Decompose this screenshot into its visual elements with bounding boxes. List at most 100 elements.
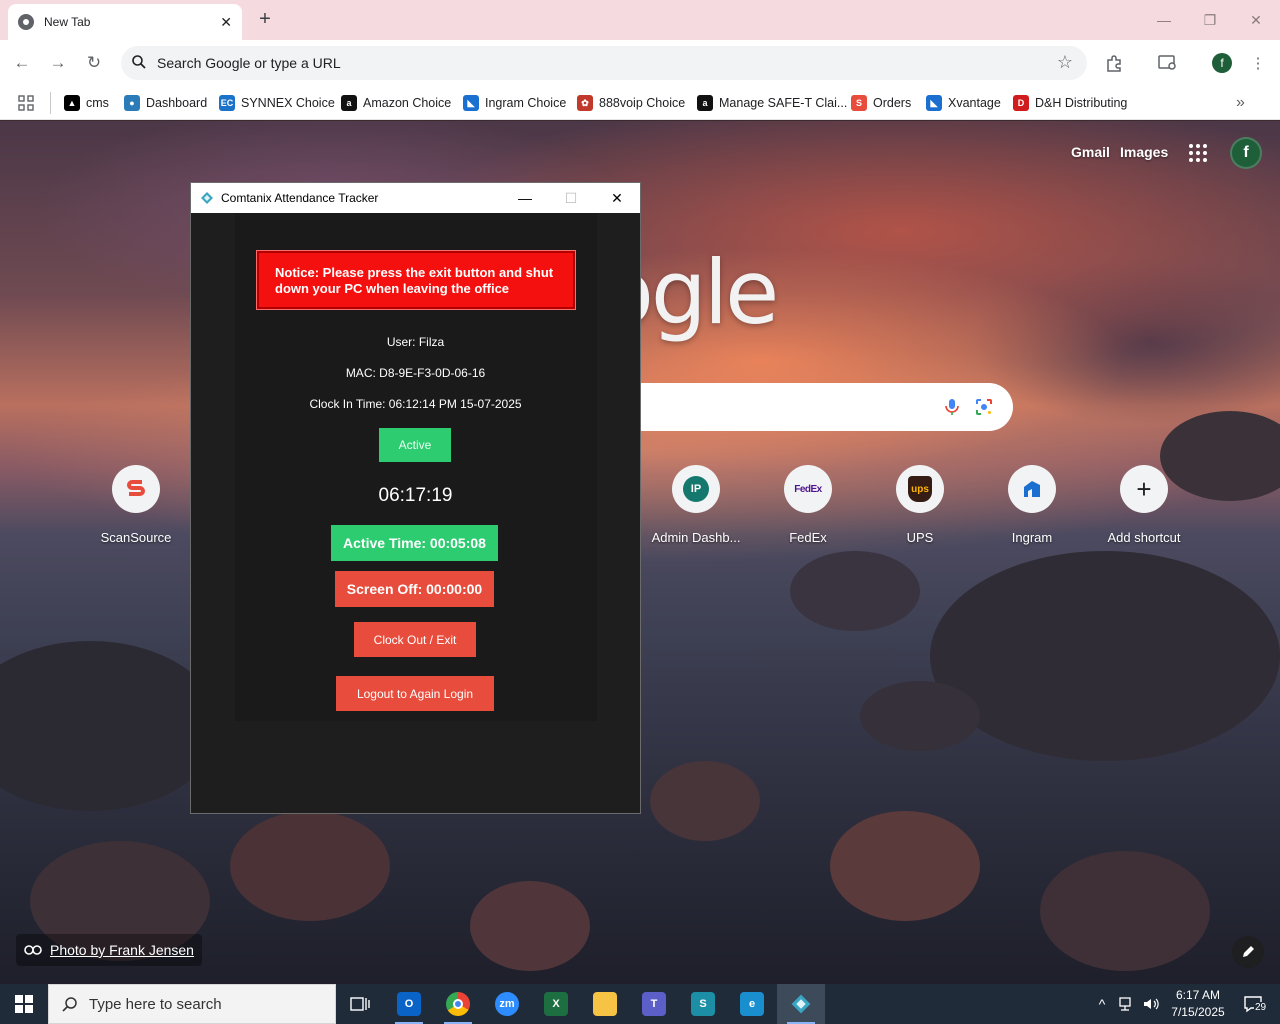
active-time-display: Active Time: 00:05:08 (331, 525, 498, 561)
search-icon (132, 55, 146, 69)
tab-new-tab[interactable]: New Tab ✕ (8, 4, 242, 40)
network-icon[interactable] (1116, 984, 1138, 1024)
taskbar-search-input[interactable] (89, 995, 319, 1013)
logout-button[interactable]: Logout to Again Login (336, 676, 494, 711)
bookmarks-overflow-icon[interactable]: » (1236, 92, 1245, 114)
amazon-icon: a (341, 95, 357, 111)
close-window-button[interactable]: ✕ (1233, 0, 1279, 40)
tracker-title-bar[interactable]: Comtanix Attendance Tracker — ☐ ✕ (191, 183, 640, 213)
background-rock (0, 641, 220, 811)
microphone-icon[interactable] (942, 397, 962, 417)
bookmark-item[interactable]: ▲ cms (64, 92, 109, 114)
taskbar-clock[interactable]: 6:17 AM 7/15/2025 (1160, 987, 1236, 1021)
shortcut-label: Add shortcut (1107, 530, 1181, 545)
photo-credit-link[interactable]: Photo by Frank Jensen (16, 934, 202, 966)
bookmark-label: cms (86, 96, 109, 110)
images-link[interactable]: Images (1120, 144, 1168, 160)
gmail-link[interactable]: Gmail (1071, 144, 1110, 160)
notification-center-icon[interactable]: 29 (1236, 984, 1270, 1024)
bookmark-item[interactable]: D D&H Distributing (1013, 92, 1127, 114)
bookmark-item[interactable]: ◣ Xvantage (926, 92, 1001, 114)
ntp-avatar[interactable]: f (1230, 137, 1262, 169)
customize-pencil-icon[interactable] (1232, 936, 1264, 968)
bookmark-item[interactable]: a Amazon Choice (341, 92, 451, 114)
chrome-icon (446, 992, 470, 1016)
bookmark-label: Orders (873, 96, 912, 110)
tracker-minimize-button[interactable]: — (502, 183, 548, 213)
dashboard-icon: ● (124, 95, 140, 111)
tray-overflow-chevron-icon[interactable]: ^ (1092, 984, 1112, 1024)
omnibox-input[interactable] (157, 55, 1017, 71)
google-lens-icon[interactable] (974, 397, 994, 417)
synnex-icon: EC (219, 95, 235, 111)
notice-line: down your PC when leaving the office (275, 281, 510, 296)
clock-out-exit-button[interactable]: Clock Out / Exit (354, 622, 476, 657)
back-button[interactable]: ← (9, 50, 35, 76)
app-s-taskbar-button[interactable]: S (679, 984, 727, 1024)
shortcut-fedex[interactable]: FedEx FedEx (752, 465, 864, 545)
bookmarks-divider (50, 92, 51, 114)
extensions-icon[interactable] (1103, 52, 1125, 74)
bookmark-label: SYNNEX Choice (241, 96, 335, 110)
file-explorer-taskbar-button[interactable] (581, 984, 629, 1024)
bookmark-item[interactable]: ● Dashboard (124, 92, 207, 114)
background-rock (230, 811, 390, 921)
tab-close-icon[interactable]: ✕ (220, 14, 232, 31)
bookmark-item[interactable]: ✿ 888voip Choice (577, 92, 685, 114)
tracker-window-title: Comtanix Attendance Tracker (221, 191, 379, 205)
link-icon (24, 945, 42, 955)
omnibox[interactable]: ☆ (121, 46, 1087, 80)
shortcut-ups[interactable]: ups UPS (864, 465, 976, 545)
file-explorer-icon (593, 992, 617, 1016)
edge-taskbar-button[interactable]: e (728, 984, 776, 1024)
bookmark-label: 888voip Choice (599, 96, 686, 110)
forward-button[interactable]: → (45, 50, 71, 76)
google-apps-icon[interactable] (1189, 144, 1207, 162)
session-timer: 06:17:19 (378, 485, 453, 506)
bookmark-item[interactable]: a Manage SAFE-T Clai... (697, 92, 847, 114)
ingram-icon: ◣ (926, 95, 942, 111)
shortcut-admin-dashboard[interactable]: IP Admin Dashb... (640, 465, 752, 545)
new-tab-button[interactable]: + (254, 8, 276, 31)
tab-search-icon[interactable] (1157, 52, 1179, 74)
bookmark-item[interactable]: S Orders (851, 92, 911, 114)
teams-icon: T (642, 992, 666, 1016)
ups-icon: ups (896, 465, 944, 513)
clock-date: 7/15/2025 (1171, 1005, 1225, 1019)
zoom-taskbar-button[interactable]: zm (483, 984, 531, 1024)
bookmark-item[interactable]: EC SYNNEX Choice (219, 92, 335, 114)
ingram-icon: ◣ (463, 95, 479, 111)
teams-taskbar-button[interactable]: T (630, 984, 678, 1024)
start-button[interactable] (0, 984, 48, 1024)
bookmark-item[interactable]: ◣ Ingram Choice (463, 92, 566, 114)
volume-icon[interactable] (1140, 984, 1162, 1024)
bookmark-star-icon[interactable]: ☆ (1057, 52, 1073, 73)
tab-title: New Tab (44, 15, 91, 29)
shortcut-label: Ingram (1011, 530, 1053, 545)
tracker-app-taskbar-button[interactable] (777, 984, 825, 1024)
shortcut-scansource[interactable]: ScanSource (80, 465, 192, 545)
restore-button[interactable]: ❐ (1187, 0, 1233, 40)
profile-avatar[interactable]: f (1212, 53, 1232, 73)
excel-taskbar-button[interactable]: X (532, 984, 580, 1024)
shortcut-add[interactable]: + Add shortcut (1088, 465, 1200, 545)
bookmark-label: Ingram Choice (485, 96, 567, 110)
outlook-taskbar-button[interactable]: O (385, 984, 433, 1024)
amazon-icon: a (697, 95, 713, 111)
tracker-close-button[interactable]: ✕ (594, 183, 640, 213)
chrome-taskbar-button[interactable] (434, 984, 482, 1024)
ip-icon: IP (672, 465, 720, 513)
scansource-icon (112, 465, 160, 513)
excel-icon: X (544, 992, 568, 1016)
apps-grid-icon[interactable] (18, 92, 34, 114)
task-view-taskbar-button[interactable] (336, 984, 384, 1024)
reload-button[interactable]: ↻ (81, 50, 107, 76)
minimize-button[interactable]: — (1141, 0, 1187, 40)
menu-kebab-icon[interactable]: ⋮ (1247, 52, 1269, 74)
photo-credit-text: Photo by Frank Jensen (50, 942, 194, 958)
taskbar-search[interactable] (48, 984, 336, 1024)
background-rock (930, 551, 1280, 761)
shortcut-ingram[interactable]: Ingram (976, 465, 1088, 545)
task-view-icon (348, 992, 372, 1016)
zoom-icon: zm (495, 992, 519, 1016)
